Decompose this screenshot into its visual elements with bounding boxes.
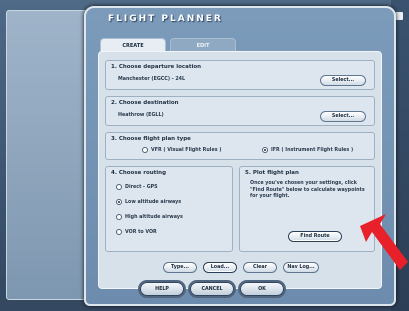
routing-option-high[interactable]: High altitude airways	[116, 214, 183, 220]
type-button[interactable]: Type...	[163, 262, 197, 273]
routing-option-vor[interactable]: VOR to VOR	[116, 229, 157, 235]
destination-title: 2. Choose destination	[111, 100, 179, 106]
high-altitude-radio[interactable]	[116, 214, 122, 220]
select-departure-button[interactable]: Select...	[320, 75, 366, 86]
titlebar[interactable]: FLIGHT PLANNER	[86, 8, 394, 30]
footer-buttons: HELP CANCEL OK	[140, 282, 284, 296]
low-altitude-radio[interactable]	[116, 199, 122, 205]
vfr-option[interactable]: VFR ( Visual Flight Rules )	[142, 147, 221, 153]
direct-gps-label: Direct - GPS	[125, 184, 158, 190]
ifr-radio[interactable]	[262, 147, 268, 153]
departure-group: 1. Choose departure location Manchester …	[105, 60, 375, 90]
flight-planner-window: FLIGHT PLANNER CREATE EDIT 1. Choose dep…	[84, 6, 396, 306]
find-route-button[interactable]: Find Route	[288, 231, 342, 242]
routing-option-direct[interactable]: Direct - GPS	[116, 184, 158, 190]
help-button[interactable]: HELP	[140, 282, 184, 296]
select-destination-button[interactable]: Select...	[320, 111, 366, 122]
clear-button[interactable]: Clear	[243, 262, 277, 273]
load-button[interactable]: Load...	[203, 262, 237, 273]
high-altitude-label: High altitude airways	[125, 214, 183, 220]
plan-type-group: 3. Choose flight plan type VFR ( Visual …	[105, 132, 375, 160]
plan-type-title: 3. Choose flight plan type	[111, 136, 191, 142]
create-panel: 1. Choose departure location Manchester …	[98, 51, 382, 289]
background-close-icon[interactable]	[395, 12, 403, 20]
destination-group: 2. Choose destination Heathrow (EGLL) Se…	[105, 96, 375, 126]
ifr-label: IFR ( Instrument Flight Rules )	[271, 147, 354, 153]
departure-value: Manchester (EGCC) - 24L	[118, 77, 186, 82]
annotation-arrow-icon	[360, 214, 408, 270]
ifr-option[interactable]: IFR ( Instrument Flight Rules )	[262, 147, 353, 153]
direct-gps-radio[interactable]	[116, 184, 122, 190]
routing-option-low[interactable]: Low altitude airways	[116, 199, 181, 205]
vor-to-vor-label: VOR to VOR	[125, 229, 157, 235]
destination-value: Heathrow (EGLL)	[118, 113, 164, 118]
departure-title: 1. Choose departure location	[111, 64, 202, 70]
low-altitude-label: Low altitude airways	[125, 199, 182, 205]
nav-log-button[interactable]: Nav Log...	[283, 262, 319, 273]
routing-title: 4. Choose routing	[111, 170, 167, 176]
vor-to-vor-radio[interactable]	[116, 229, 122, 235]
cancel-button[interactable]: CANCEL	[190, 282, 234, 296]
vfr-label: VFR ( Visual Flight Rules )	[151, 147, 222, 153]
tab-edit[interactable]: EDIT	[170, 38, 236, 52]
tab-create[interactable]: CREATE	[100, 38, 166, 52]
routing-group: 4. Choose routing Direct - GPS Low altit…	[105, 166, 233, 252]
plot-instructions: Once you've chosen your settings, click …	[250, 181, 365, 199]
tab-bar: CREATE EDIT	[100, 38, 236, 52]
window-title: FLIGHT PLANNER	[108, 14, 223, 24]
vfr-radio[interactable]	[142, 147, 148, 153]
plot-group: 5. Plot flight plan Once you've chosen y…	[239, 166, 375, 252]
plot-title: 5. Plot flight plan	[245, 170, 299, 176]
ok-button[interactable]: OK	[240, 282, 284, 296]
